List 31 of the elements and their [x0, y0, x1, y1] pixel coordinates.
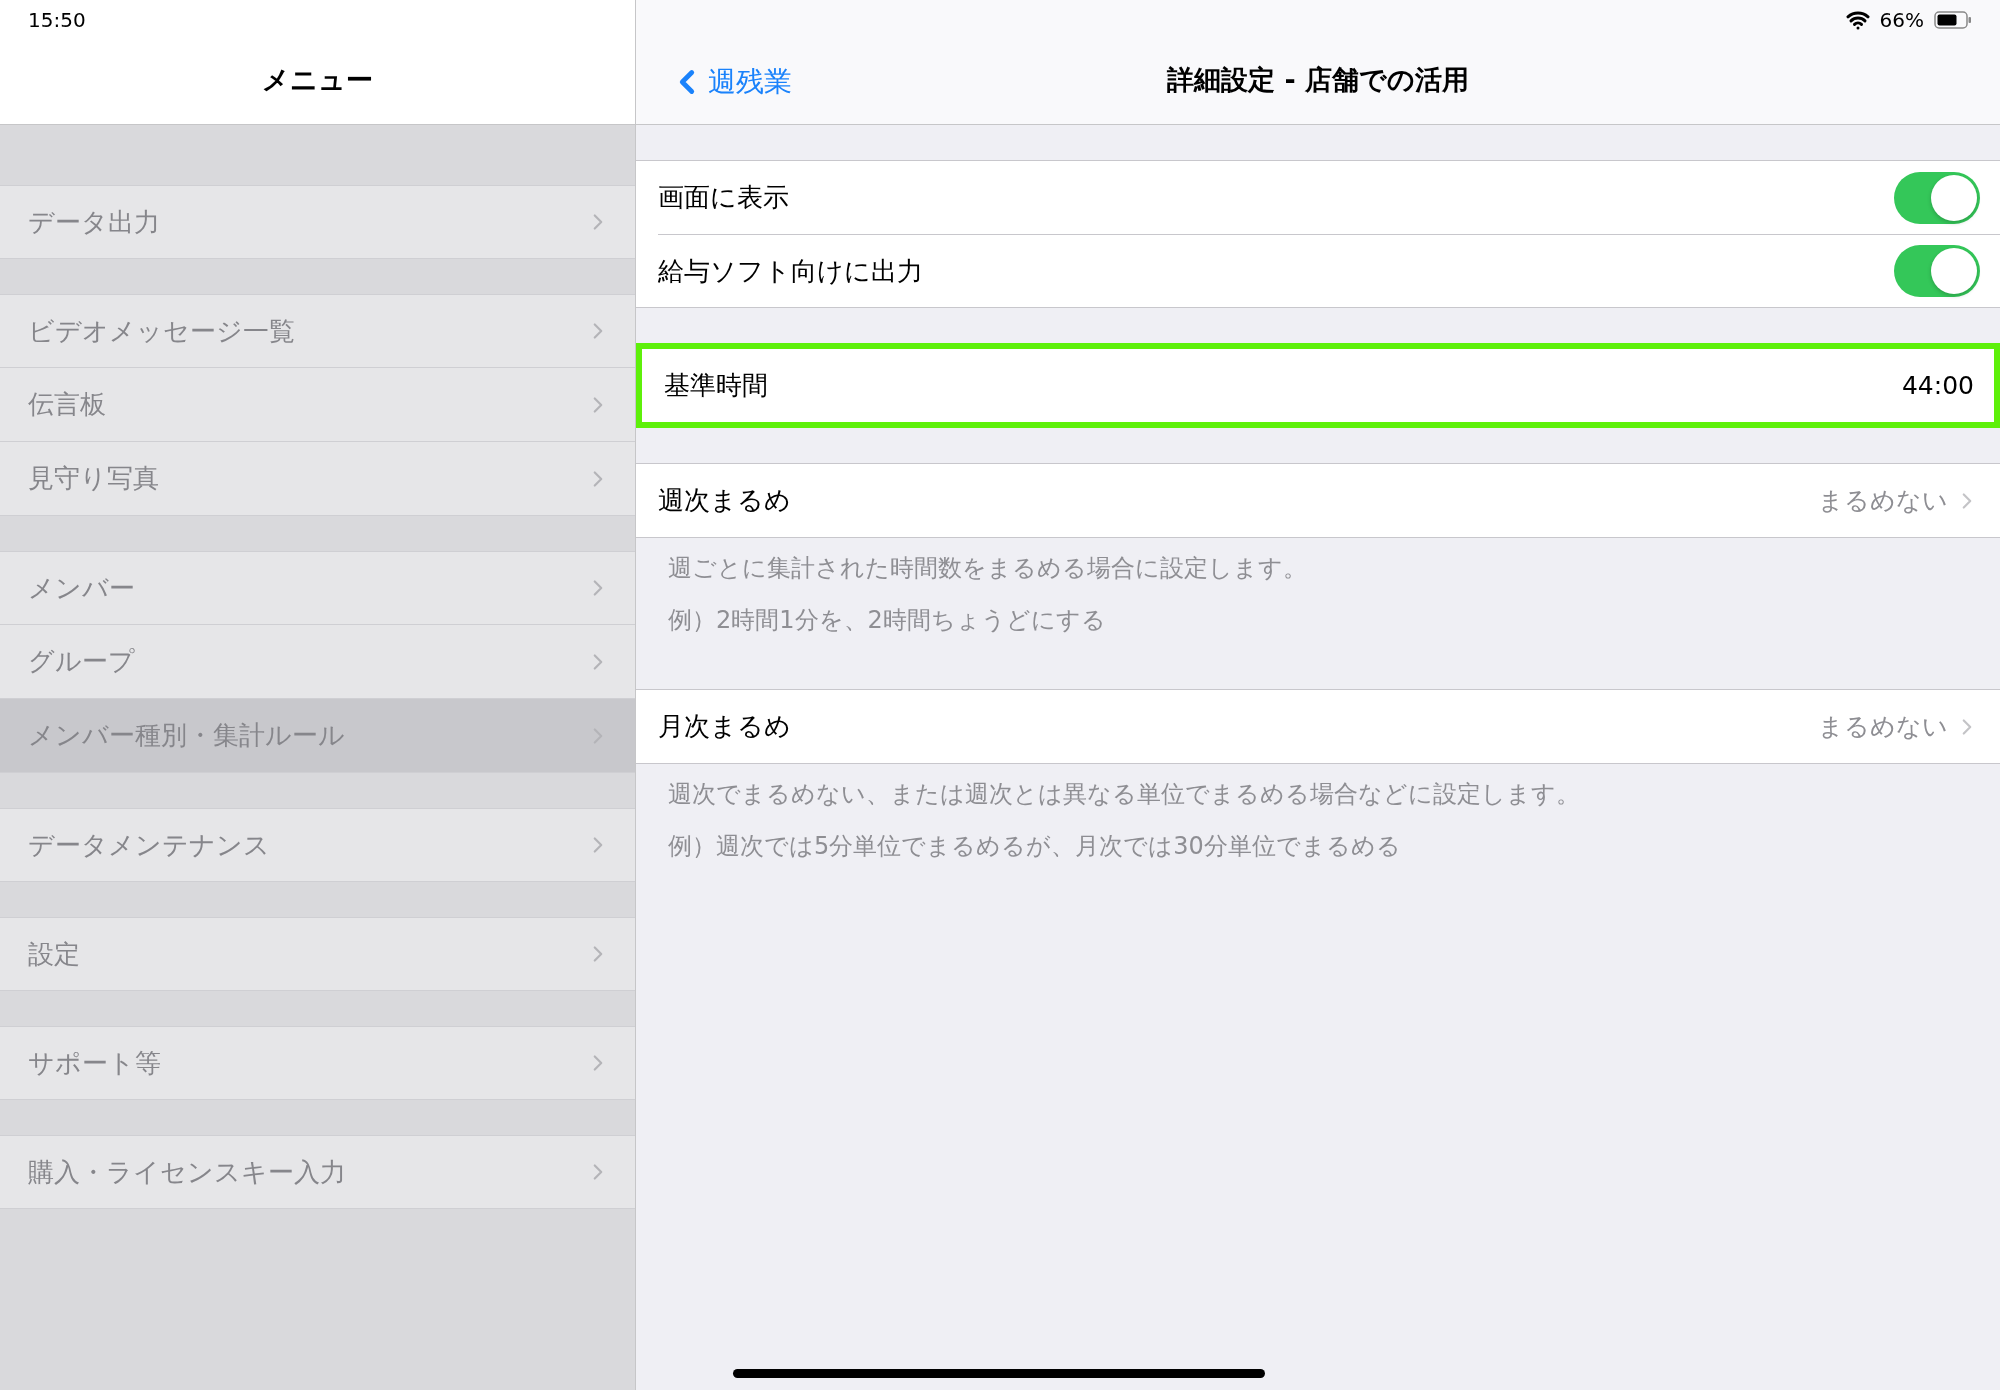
- row-label: 週次まるめ: [658, 484, 792, 517]
- menu-item[interactable]: データ出力: [0, 185, 635, 259]
- menu-item[interactable]: 伝言板: [0, 368, 635, 442]
- menu-item[interactable]: メンバー: [0, 551, 635, 625]
- menu-item[interactable]: サポート等: [0, 1026, 635, 1100]
- back-button[interactable]: 週残業: [668, 63, 792, 101]
- menu-item[interactable]: グループ: [0, 625, 635, 699]
- footnote-text: 週次でまるめない、または週次とは異なる単位でまるめる場合などに設定します。: [668, 779, 1581, 810]
- battery-percentage: 66%: [1879, 8, 1924, 32]
- row-label: 基準時間: [664, 369, 769, 402]
- footnote-text: 例）2時間1分を、2時間ちょうどにする: [668, 605, 1107, 636]
- row-label: 画面に表示: [658, 181, 790, 214]
- menu-item[interactable]: データメンテナンス: [0, 808, 635, 882]
- menu-item[interactable]: 見守り写真: [0, 442, 635, 516]
- footnote-text: 週ごとに集計された時間数をまるめる場合に設定します。: [668, 553, 1308, 584]
- row-value: 44:00: [1901, 371, 1974, 400]
- menu-item[interactable]: 購入・ライセンスキー入力: [0, 1135, 635, 1209]
- menu-item[interactable]: ビデオメッセージ一覧: [0, 294, 635, 368]
- nav-title: 詳細設定 - 店舗での活用: [1167, 63, 1469, 97]
- row-value[interactable]: まるめない: [1818, 484, 1948, 517]
- row-value[interactable]: まるめない: [1818, 710, 1948, 743]
- battery-icon: [1934, 11, 1972, 29]
- toggle-switch[interactable]: [1894, 171, 1980, 224]
- row-label: 給与ソフト向けに出力: [658, 254, 924, 288]
- footnote-text: 例）週次では5分単位でまるめるが、月次では30分単位でまるめる: [668, 831, 1402, 862]
- menu-item[interactable]: メンバー種別・集計ルール: [0, 699, 635, 773]
- row-label: 月次まるめ: [658, 710, 792, 743]
- toggle-switch[interactable]: [1894, 245, 1980, 297]
- menu-item[interactable]: 設定: [0, 917, 635, 991]
- status-time: 15:50: [28, 8, 86, 32]
- nav-title: メニュー: [262, 63, 373, 97]
